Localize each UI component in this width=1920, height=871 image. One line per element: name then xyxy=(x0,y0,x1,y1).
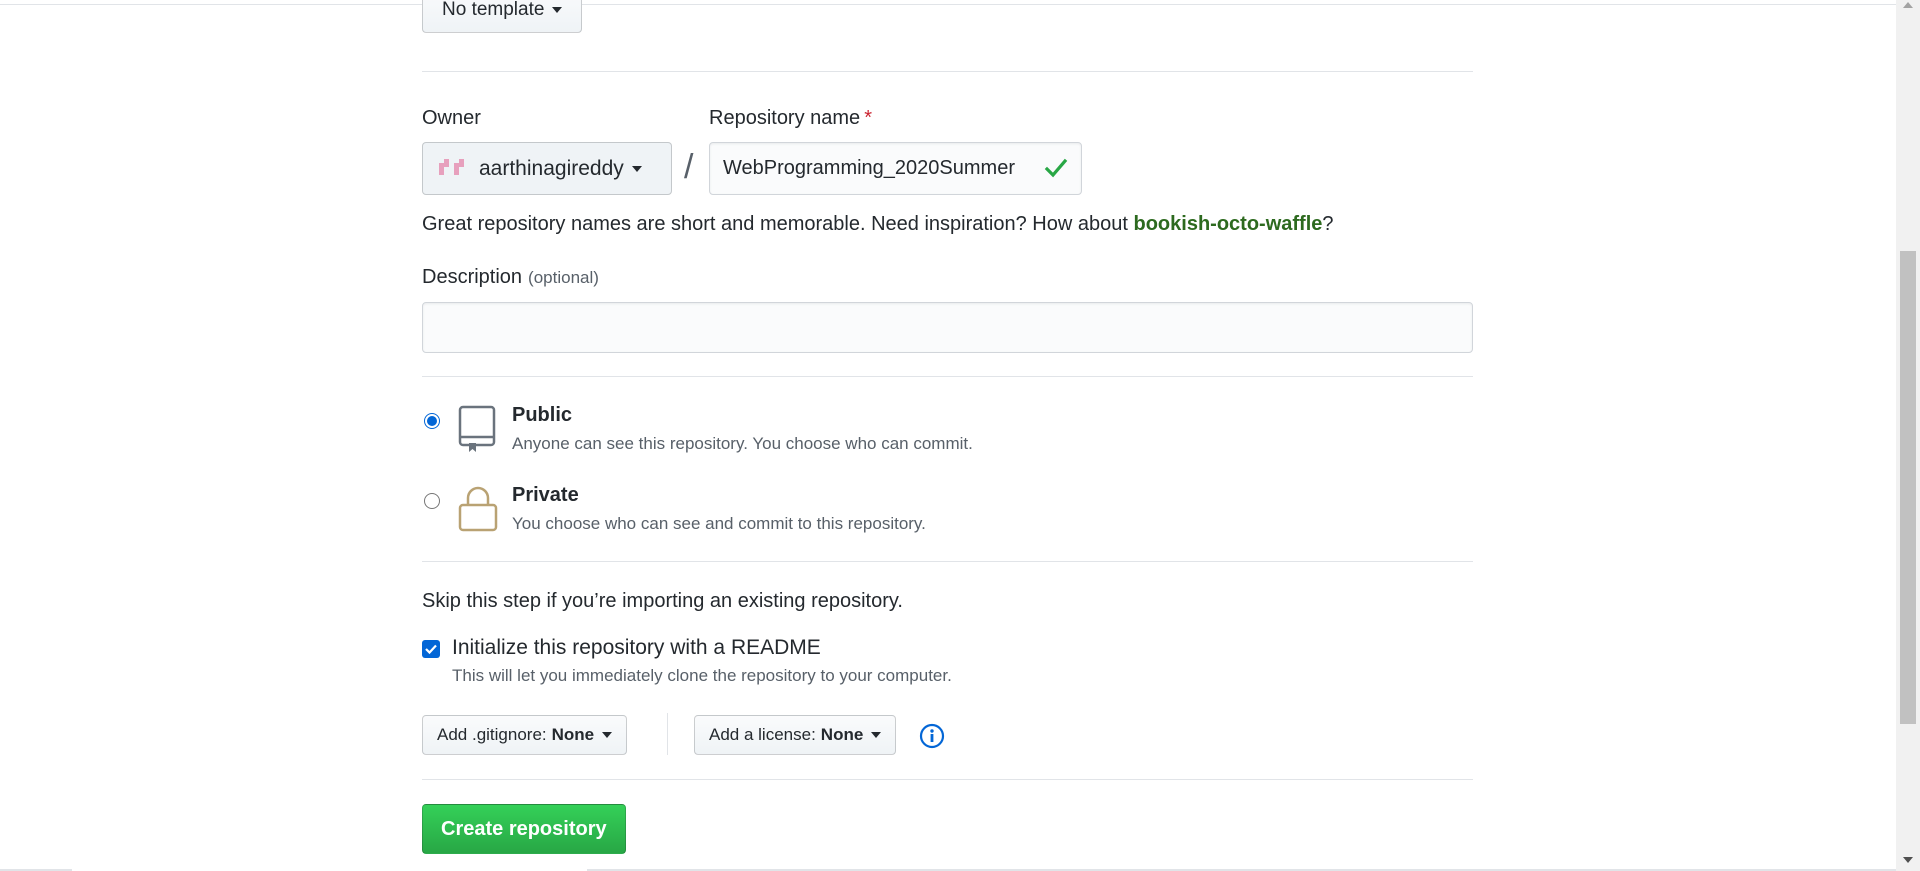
public-radio[interactable] xyxy=(424,413,440,429)
repo-name-label-text: Repository name xyxy=(709,107,861,129)
template-select-button[interactable]: No template xyxy=(422,0,583,33)
repo-icon xyxy=(458,405,496,452)
private-description: You choose who can see and commit to thi… xyxy=(512,514,926,533)
description-input[interactable] xyxy=(422,302,1473,353)
owner-repo-separator: / xyxy=(684,148,694,186)
description-label: Description (optional) xyxy=(422,266,599,289)
chevron-down-icon xyxy=(871,732,882,738)
create-repository-button[interactable]: Create repository xyxy=(422,804,626,854)
repository-name-input[interactable]: WebProgramming_2020Summer xyxy=(709,142,1082,195)
name-suggestion-link[interactable]: bookish-octo-waffle xyxy=(1133,213,1322,235)
scroll-down-arrow-icon[interactable] xyxy=(1903,857,1913,863)
repo-name-label: Repository name * xyxy=(709,107,872,130)
chevron-down-icon xyxy=(602,732,613,738)
check-icon xyxy=(1044,158,1068,178)
required-marker: * xyxy=(864,107,872,129)
repository-name-value: WebProgramming_2020Summer xyxy=(723,157,1015,179)
scroll-up-arrow-icon[interactable] xyxy=(1903,2,1913,8)
chevron-down-icon xyxy=(552,6,563,13)
divider xyxy=(422,561,1473,562)
public-description: Anyone can see this repository. You choo… xyxy=(512,434,973,453)
license-select-button[interactable]: Add a license: None xyxy=(694,715,897,755)
gitignore-label: Add .gitignore: xyxy=(437,725,547,744)
license-value: None xyxy=(820,725,864,744)
private-title: Private xyxy=(512,484,579,506)
readme-checkbox[interactable] xyxy=(422,640,440,658)
gitignore-value: None xyxy=(551,725,595,744)
scrollbar-thumb[interactable] xyxy=(1900,251,1916,724)
description-label-text: Description xyxy=(422,266,523,288)
private-radio[interactable] xyxy=(424,493,440,509)
public-title: Public xyxy=(512,404,573,426)
owner-name: aarthinagireddy xyxy=(479,156,624,180)
top-rule xyxy=(0,0,1896,5)
license-label: Add a license: xyxy=(709,725,816,744)
hint-suffix: ? xyxy=(1322,213,1334,235)
gitignore-select-button[interactable]: Add .gitignore: None xyxy=(422,715,628,755)
hint-prefix: Great repository names are short and mem… xyxy=(422,213,1134,235)
optional-tag: (optional) xyxy=(528,268,599,287)
info-icon[interactable] xyxy=(919,723,945,749)
readme-label[interactable]: Initialize this repository with a README xyxy=(452,636,821,660)
divider xyxy=(422,376,1473,377)
template-select-label: No template xyxy=(442,0,545,20)
vertical-scrollbar[interactable] xyxy=(1896,0,1920,871)
owner-label: Owner xyxy=(422,107,481,129)
divider xyxy=(422,779,1473,780)
skip-step-text: Skip this step if you’re importing an ex… xyxy=(422,590,903,612)
avatar xyxy=(439,158,465,179)
lock-icon xyxy=(458,486,498,532)
repo-name-hint: Great repository names are short and mem… xyxy=(422,213,1334,236)
checkmark-icon xyxy=(425,644,437,655)
readme-description: This will let you immediately clone the … xyxy=(452,666,952,685)
divider xyxy=(422,71,1473,72)
chevron-down-icon xyxy=(631,165,642,172)
vertical-divider xyxy=(667,713,668,755)
owner-select-button[interactable]: aarthinagireddy xyxy=(422,142,672,195)
